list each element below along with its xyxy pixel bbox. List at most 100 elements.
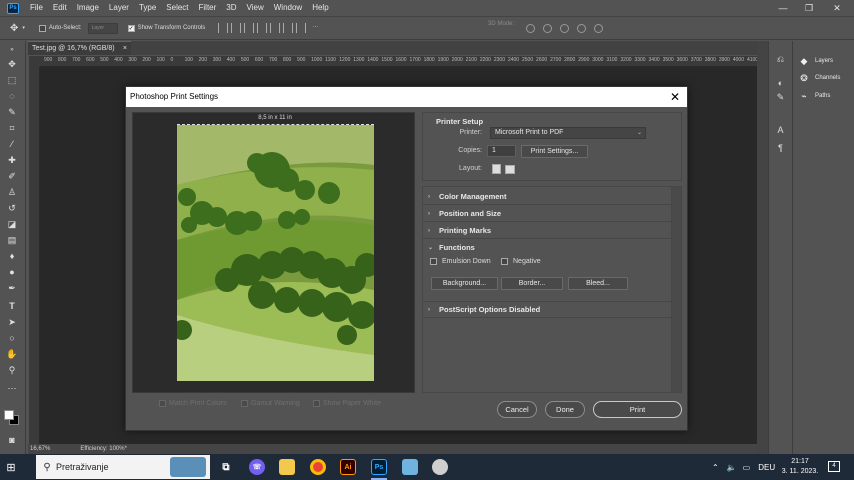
3d-rotate-icon[interactable]: [526, 24, 535, 33]
quick-select-tool-icon[interactable]: ✎: [5, 106, 19, 118]
menu-window[interactable]: Window: [269, 0, 307, 16]
notes-app-icon[interactable]: [402, 459, 418, 475]
printer-select[interactable]: Microsoft Print to PDF ⌄: [490, 127, 646, 139]
chrome-icon[interactable]: [310, 459, 326, 475]
show-paper-white-option[interactable]: Show Paper White: [313, 400, 381, 407]
history-brush-tool-icon[interactable]: ↺: [5, 202, 19, 214]
gamut-warning-checkbox[interactable]: [241, 400, 248, 407]
show-transform-option[interactable]: ✓ Show Transform Controls: [127, 24, 205, 32]
done-button[interactable]: Done: [545, 401, 585, 418]
emulsion-down-option[interactable]: Emulsion Down: [430, 258, 491, 265]
panel-item-layers[interactable]: ◆ Layers: [799, 56, 833, 66]
bleed-button[interactable]: Bleed...: [568, 277, 628, 290]
gamut-warning-option[interactable]: Gamut Warning: [241, 400, 300, 407]
align-right-icon[interactable]: [244, 23, 255, 33]
notification-icon[interactable]: 4: [828, 461, 840, 472]
close-window-button[interactable]: ✕: [824, 0, 850, 16]
3d-slide-icon[interactable]: [577, 24, 586, 33]
clone-stamp-tool-icon[interactable]: ♙: [5, 186, 19, 198]
cancel-button[interactable]: Cancel: [497, 401, 537, 418]
align-middle-icon[interactable]: [270, 23, 281, 33]
illustrator-icon[interactable]: Ai: [340, 459, 356, 475]
taskbar-clock[interactable]: 21:17 3. 11. 2023.: [780, 457, 820, 477]
copies-input[interactable]: 1: [487, 145, 516, 157]
match-print-colors-checkbox[interactable]: [159, 400, 166, 407]
windows-start-icon[interactable]: ⊞: [0, 454, 22, 480]
background-button[interactable]: Background...: [431, 277, 498, 290]
brush-tool-icon[interactable]: ✐: [5, 170, 19, 182]
portrait-layout-icon[interactable]: [492, 164, 501, 174]
section-printing-marks[interactable]: › Printing Marks: [423, 223, 671, 239]
print-button[interactable]: Print: [593, 401, 682, 418]
auto-select-checkbox[interactable]: [38, 24, 46, 32]
foreground-color-swatch[interactable]: [4, 410, 14, 420]
zoom-tool-icon[interactable]: ⚲: [5, 364, 19, 376]
app-icon[interactable]: [432, 459, 448, 475]
viber-icon[interactable]: ☏: [249, 459, 265, 475]
section-functions[interactable]: ⌄ Functions: [423, 239, 671, 255]
landscape-layout-icon[interactable]: [505, 165, 515, 174]
panel-item-paths[interactable]: ⌁ Paths: [799, 91, 830, 101]
eraser-tool-icon[interactable]: ◪: [5, 218, 19, 230]
lasso-tool-icon[interactable]: ◌: [5, 90, 19, 102]
blur-tool-icon[interactable]: ♦: [5, 250, 19, 262]
task-view-icon[interactable]: ⧉: [218, 459, 234, 475]
eyedropper-tool-icon[interactable]: ⁄: [5, 138, 19, 150]
paragraph-icon[interactable]: ¶: [775, 142, 786, 153]
3d-pan-icon[interactable]: [560, 24, 569, 33]
shape-tool-icon[interactable]: ○: [5, 332, 19, 344]
auto-select-option[interactable]: Auto-Select:: [38, 24, 82, 32]
language-indicator[interactable]: DEU: [758, 463, 775, 472]
gradient-tool-icon[interactable]: ▤: [5, 234, 19, 246]
align-left-icon[interactable]: [218, 23, 229, 33]
document-tab-close-icon[interactable]: ×: [123, 45, 127, 52]
show-transform-checkbox[interactable]: ✓: [127, 24, 135, 32]
restore-button[interactable]: ❐: [796, 0, 822, 16]
network-icon[interactable]: ▭: [743, 463, 751, 472]
emulsion-down-checkbox[interactable]: [430, 258, 437, 265]
adjustments-icon[interactable]: ◐: [775, 77, 786, 88]
file-explorer-icon[interactable]: [279, 459, 295, 475]
dodge-tool-icon[interactable]: ●: [5, 266, 19, 278]
zoom-level[interactable]: 16,67%: [30, 446, 50, 452]
type-tool-icon[interactable]: T: [5, 300, 19, 312]
character-icon[interactable]: A: [775, 124, 786, 135]
align-bottom-icon[interactable]: [283, 23, 294, 33]
distribute-more-icon[interactable]: …: [309, 23, 321, 33]
menu-3d[interactable]: 3D: [221, 0, 241, 16]
taskbar-search[interactable]: ⚲ Pretraživanje: [36, 455, 210, 479]
toolbar-collapse-icon[interactable]: »: [5, 44, 19, 56]
section-postscript-options[interactable]: › PostScript Options Disabled: [423, 301, 671, 318]
tray-expand-icon[interactable]: ⌃: [712, 463, 719, 472]
panel-item-channels[interactable]: ❂ Channels: [799, 73, 840, 83]
menu-filter[interactable]: Filter: [194, 0, 222, 16]
menu-file[interactable]: File: [25, 0, 48, 16]
speaker-icon[interactable]: 🔈: [727, 463, 737, 472]
section-color-management[interactable]: › Color Management: [423, 189, 671, 205]
pen-tool-icon[interactable]: ✒: [5, 282, 19, 294]
marquee-tool-icon[interactable]: ⬚: [5, 74, 19, 86]
menu-type[interactable]: Type: [134, 0, 161, 16]
menu-image[interactable]: Image: [72, 0, 104, 16]
match-print-colors-option[interactable]: Match Print Colors: [159, 400, 227, 407]
path-selection-tool-icon[interactable]: ➤: [5, 316, 19, 328]
quick-mask-icon[interactable]: ◙: [5, 434, 19, 446]
minimize-button[interactable]: —: [770, 0, 796, 16]
move-tool-icon[interactable]: ✥: [5, 58, 19, 70]
dialog-close-icon[interactable]: ✕: [667, 87, 683, 107]
print-settings-button[interactable]: Print Settings...: [521, 145, 588, 158]
color-swatches[interactable]: [4, 410, 19, 425]
show-paper-white-checkbox[interactable]: [313, 400, 320, 407]
align-center-icon[interactable]: [231, 23, 242, 33]
negative-checkbox[interactable]: [501, 258, 508, 265]
align-top-icon[interactable]: [257, 23, 268, 33]
auto-select-dropdown[interactable]: Layer: [87, 22, 118, 34]
hand-tool-icon[interactable]: ✋: [5, 348, 19, 360]
document-tab[interactable]: Test.jpg @ 16,7% (RGB/8) ×: [28, 41, 131, 55]
menu-layer[interactable]: Layer: [104, 0, 134, 16]
menu-select[interactable]: Select: [161, 0, 193, 16]
menu-view[interactable]: View: [242, 0, 269, 16]
section-position-and-size[interactable]: › Position and Size: [423, 206, 671, 222]
menu-edit[interactable]: Edit: [48, 0, 72, 16]
negative-option[interactable]: Negative: [501, 258, 541, 265]
